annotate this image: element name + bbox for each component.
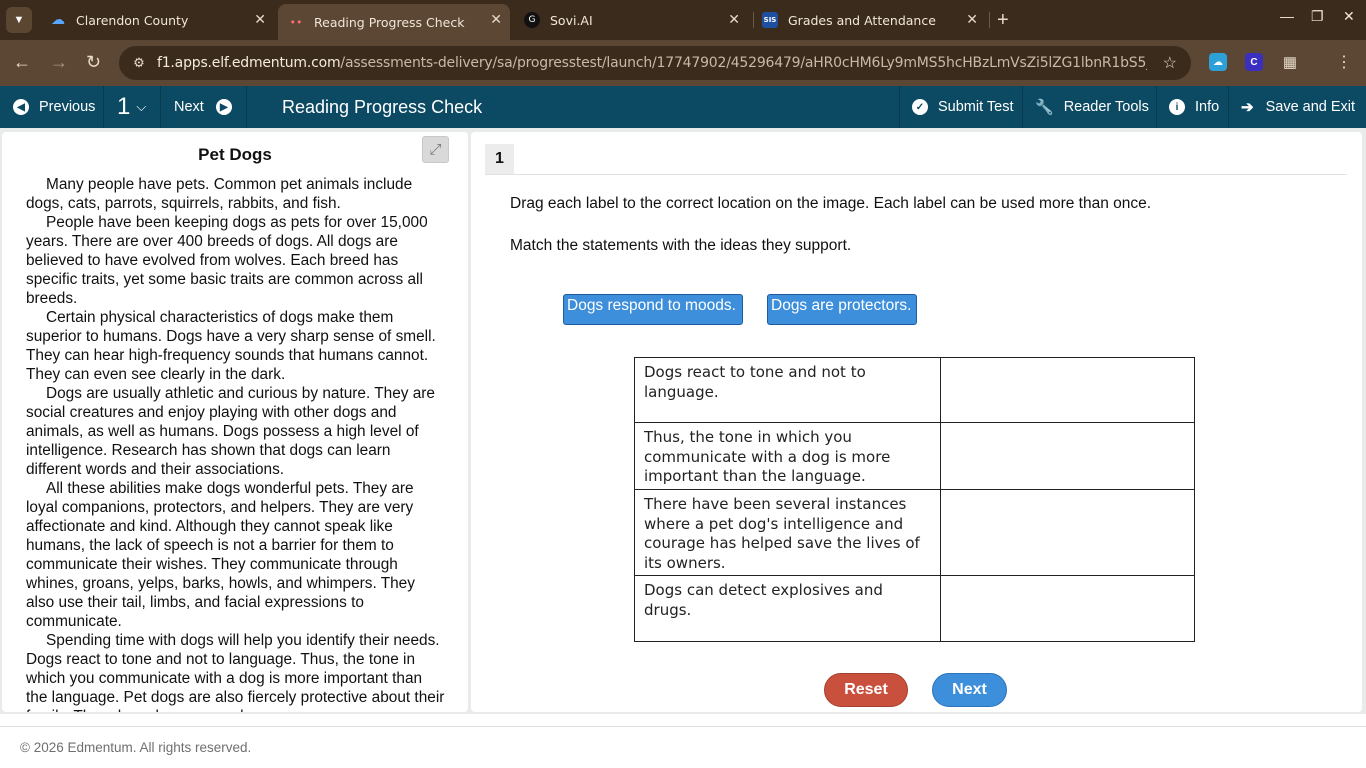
statement-cell: Dogs react to tone and not to language. (634, 357, 941, 423)
expand-icon[interactable]: ⤢ (422, 136, 449, 163)
passage-paragraph: People have been keeping dogs as pets fo… (26, 214, 428, 307)
close-window-icon[interactable]: ✕ (1343, 8, 1355, 25)
question-number-badge: 1 (485, 144, 514, 174)
tab-title: Grades and Attendance (788, 12, 936, 28)
save-exit-label: Save and Exit (1265, 99, 1356, 115)
url-text[interactable]: f1.apps.elf.edmentum.com/assessments-del… (157, 55, 1147, 71)
tab-reading-progress-check[interactable]: •• Reading Progress Check ✕ (278, 4, 510, 40)
sovi-icon: G (524, 12, 540, 28)
close-icon[interactable]: ✕ (728, 12, 740, 28)
save-and-exit-button[interactable]: ➔ Save and Exit (1229, 86, 1366, 128)
drop-zone[interactable] (940, 575, 1195, 642)
table-row: Dogs can detect explosives and drugs. (634, 575, 1195, 642)
divider (485, 174, 1347, 175)
passage-paragraph: Spending time with dogs will help you id… (26, 632, 445, 712)
passage-paragraph: Dogs are usually athletic and curious by… (26, 385, 435, 478)
submit-test-button[interactable]: ✓ Submit Test (899, 86, 1023, 128)
cloud-extension-icon[interactable]: ☁ (1209, 53, 1227, 71)
tab-sovi-ai[interactable]: G Sovi.AI ✕ (514, 4, 748, 36)
instruction-match: Match the statements with the ideas they… (510, 237, 852, 254)
footer: © 2026 Edmentum. All rights reserved. (0, 726, 1366, 768)
info-button[interactable]: i Info (1157, 86, 1229, 128)
next-button[interactable]: Next (932, 673, 1007, 707)
reset-button[interactable]: Reset (824, 673, 908, 707)
extensions-puzzle-icon[interactable]: ▦ (1281, 53, 1299, 71)
reader-tools-label: Reader Tools (1063, 99, 1149, 115)
previous-button[interactable]: ◀ Previous (0, 86, 104, 128)
new-tab-icon[interactable]: + (997, 9, 1009, 32)
sign-out-icon: ➔ (1241, 99, 1254, 116)
wrench-icon: 🔧 (1035, 99, 1054, 116)
check-circle-icon: ✓ (912, 99, 928, 115)
browser-tab-strip: ▼ ☁ Clarendon County ✕ •• Reading Progre… (0, 0, 1366, 40)
passage-paragraph: Many people have pets. Common pet animal… (26, 176, 413, 212)
matching-table: Dogs react to tone and not to language. … (634, 357, 1195, 642)
passage-title: Pet Dogs (198, 145, 272, 164)
next-label: Next (174, 99, 204, 115)
arrow-left-circle-icon: ◀ (13, 99, 29, 115)
chevron-down-icon: ⌵ (136, 99, 147, 114)
drop-zone[interactable] (940, 357, 1195, 423)
reload-icon[interactable]: ↻ (86, 52, 101, 73)
next-question-button[interactable]: Next ▶ (161, 86, 247, 128)
tab-search-icon[interactable]: ▼ (6, 7, 32, 33)
close-icon[interactable]: ✕ (254, 12, 266, 28)
reader-tools-button[interactable]: 🔧 Reader Tools (1022, 86, 1157, 128)
restore-icon[interactable]: ❐ (1311, 8, 1324, 25)
tab-clarendon-county[interactable]: ☁ Clarendon County ✕ (40, 4, 274, 36)
site-info-icon[interactable]: ⚙ (129, 53, 149, 73)
sis-icon: SIS (762, 12, 778, 28)
cloud-icon: ☁ (51, 12, 65, 28)
previous-label: Previous (39, 99, 96, 115)
question-number-dropdown[interactable]: 1 ⌵ (104, 86, 161, 128)
question-panel: 1 Drag each label to the correct locatio… (471, 132, 1362, 712)
tab-divider (989, 12, 990, 28)
browser-toolbar: ← → ↻ ⚙ f1.apps.elf.edmentum.com/assessm… (0, 40, 1366, 86)
url-path: /assessments-delivery/sa/progresstest/la… (340, 55, 1147, 71)
back-icon[interactable]: ← (13, 52, 31, 73)
passage-paragraph: Certain physical characteristics of dogs… (26, 309, 436, 383)
tab-grades-and-attendance[interactable]: SIS Grades and Attendance ✕ (752, 4, 986, 36)
submit-label: Submit Test (938, 99, 1014, 115)
passage-paragraph: All these abilities make dogs wonderful … (26, 480, 415, 630)
info-icon: i (1169, 99, 1185, 115)
tab-title: Reading Progress Check (314, 14, 465, 30)
drop-zone[interactable] (940, 422, 1195, 490)
statement-cell: Dogs can detect explosives and drugs. (634, 575, 941, 642)
address-bar[interactable]: ⚙ f1.apps.elf.edmentum.com/assessments-d… (119, 46, 1191, 80)
info-label: Info (1195, 99, 1220, 115)
tab-title: Clarendon County (76, 12, 189, 28)
drag-label-protectors[interactable]: Dogs are protectors. (767, 294, 917, 325)
table-row: Dogs react to tone and not to language. (634, 357, 1195, 423)
close-icon[interactable]: ✕ (966, 12, 978, 28)
forward-icon[interactable]: → (50, 52, 68, 73)
drag-label-moods[interactable]: Dogs respond to moods. (563, 294, 743, 325)
kebab-menu-icon[interactable]: ⋮ (1335, 53, 1353, 71)
minimize-icon[interactable]: — (1280, 8, 1294, 24)
statement-cell: Thus, the tone in which you communicate … (634, 422, 941, 490)
question-number: 1 (117, 93, 131, 120)
statement-cell: There have been several instances where … (634, 489, 941, 576)
instruction-drag: Drag each label to the correct location … (510, 195, 1152, 212)
tab-title: Sovi.AI (550, 12, 593, 28)
edmentum-icon: •• (289, 15, 303, 29)
passage-text: Many people have pets. Common pet animal… (26, 175, 446, 712)
table-row: Thus, the tone in which you communicate … (634, 422, 1195, 490)
passage-panel[interactable]: Pet Dogs ⤢ Many people have pets. Common… (2, 132, 468, 712)
test-header: ◀ Previous 1 ⌵ Next ▶ Reading Progress C… (0, 86, 1366, 128)
close-icon[interactable]: ✕ (490, 12, 502, 28)
copyright-text: © 2026 Edmentum. All rights reserved. (20, 740, 252, 755)
test-content: Pet Dogs ⤢ Many people have pets. Common… (0, 128, 1366, 714)
c-extension-icon[interactable]: C (1245, 53, 1263, 71)
url-host: f1.apps.elf.edmentum.com (157, 55, 341, 71)
page-title: Reading Progress Check (282, 97, 483, 117)
arrow-right-circle-icon: ▶ (215, 99, 232, 115)
table-row: There have been several instances where … (634, 489, 1195, 576)
bookmark-star-icon[interactable]: ☆ (1163, 53, 1177, 73)
drop-zone[interactable] (940, 489, 1195, 576)
